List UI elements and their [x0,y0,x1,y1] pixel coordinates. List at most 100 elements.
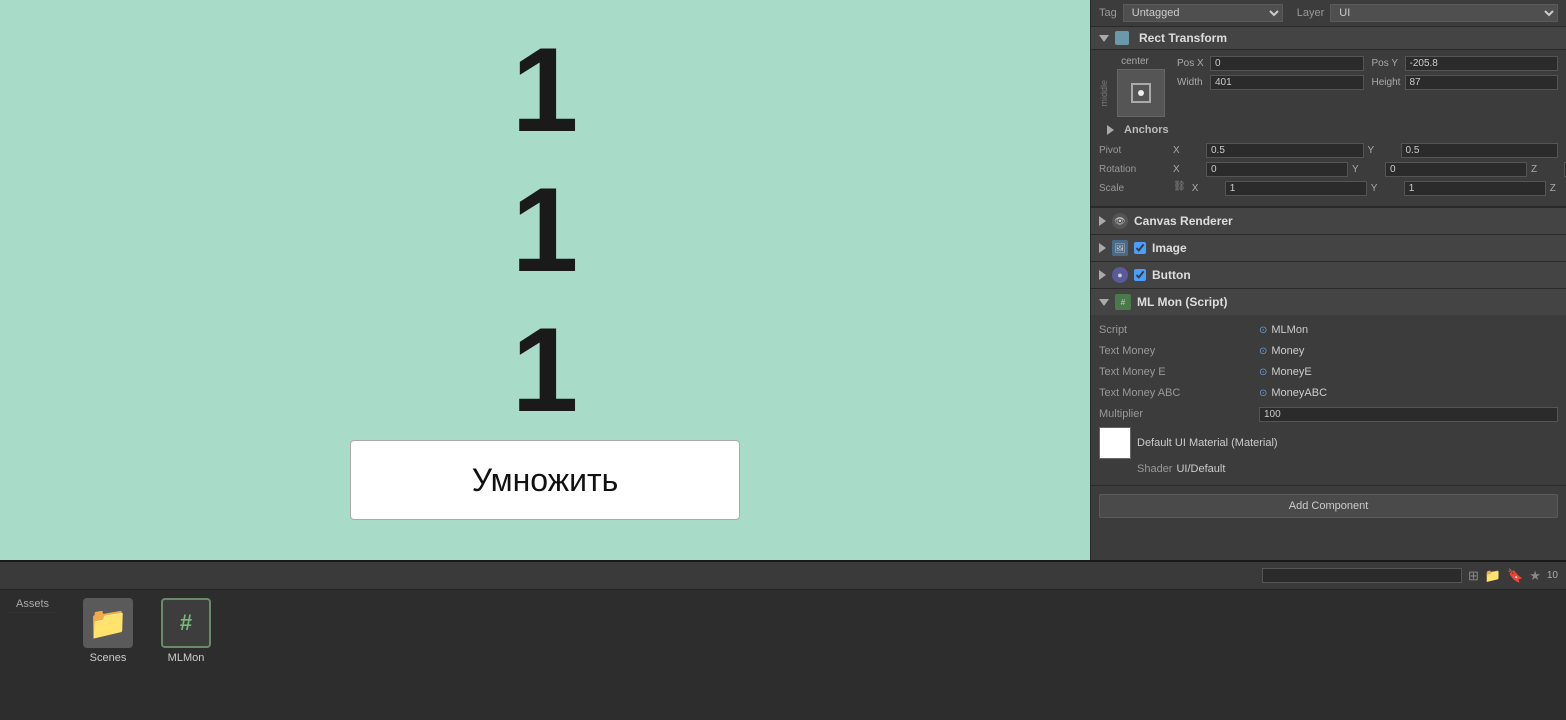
script-file-icon: # [161,598,211,648]
canvas-renderer-section: 👁 Canvas Renderer [1091,208,1566,235]
pos-x-input[interactable] [1210,56,1364,71]
text-money-e-value-container: ⊙ MoneyE [1259,366,1558,378]
assets-body: 📁 Scenes # MLMon [65,590,1566,720]
scale-z-label: Z [1550,183,1566,194]
pivot-x-label: X [1173,145,1203,156]
add-component-label: Add Component [1289,500,1369,512]
rect-transform-title: Rect Transform [1139,31,1227,45]
image-collapse-icon [1099,243,1106,253]
scale-label: Scale [1099,183,1169,194]
shader-value: UI/Default [1176,463,1225,475]
assets-label-row: Assets [0,590,65,720]
button-section: ● Button [1091,262,1566,289]
add-component-button[interactable]: Add Component [1099,494,1558,518]
assets-panel: ⊞ 📁 🔖 ★ 10 Assets 📁 Scenes # MLMon [0,560,1566,720]
text-money-abc-prop-row: Text Money ABC ⊙ MoneyABC [1099,384,1558,402]
asset-item-scenes[interactable]: 📁 Scenes [73,598,143,664]
rect-transform-header[interactable]: Rect Transform [1091,27,1566,50]
text-money-abc-label: Text Money ABC [1099,387,1259,399]
mlmon-script-icon: # [1115,294,1131,310]
anchor-center-label: center [1121,56,1149,67]
rect-transform-section: Rect Transform center middle [1091,27,1566,208]
multiplier-label: Multiplier [1099,408,1259,420]
scale-x-input[interactable] [1225,181,1367,196]
image-section: 🖼 Image [1091,235,1566,262]
text-money-e-value: MoneyE [1271,366,1311,378]
canvas-renderer-icon: 👁 [1112,213,1128,229]
multiplier-input[interactable] [1259,407,1558,422]
pivot-label: Pivot [1099,145,1169,156]
mlmon-section: # ML Mon (Script) Script ⊙ MLMon Text [1091,289,1566,486]
height-input[interactable] [1405,75,1559,90]
text-money-link-icon: ⊙ [1259,346,1267,357]
tag-select[interactable]: Untagged [1123,4,1283,22]
width-label: Width [1177,77,1207,88]
anchor-widget[interactable] [1117,69,1165,117]
multiply-button[interactable]: Умножить [350,440,740,520]
script-value: MLMon [1271,324,1308,336]
scale-y-input[interactable] [1404,181,1546,196]
inspector-panel: Tag Untagged Layer UI Rect Transform [1090,0,1566,560]
multiplier-prop-row: Multiplier [1099,405,1558,423]
rotation-label: Rotation [1099,164,1169,175]
number-1: 1 [512,30,579,150]
height-label: Height [1372,77,1402,88]
canvas-renderer-header[interactable]: 👁 Canvas Renderer [1091,208,1566,234]
shader-label: Shader [1137,463,1172,475]
anchors-collapse-icon [1107,125,1114,135]
rotation-x-input[interactable] [1206,162,1348,177]
button-checkbox[interactable] [1134,269,1146,281]
anchors-label: Anchors [1124,124,1169,136]
mlmon-collapse-icon [1099,299,1109,306]
script-value-container: ⊙ MLMon [1259,324,1558,336]
rotation-z-label: Z [1531,164,1561,175]
rotation-x-label: X [1173,164,1203,175]
canvas-renderer-title: Canvas Renderer [1134,214,1233,228]
rect-transform-collapse-icon [1099,35,1109,42]
text-money-e-label: Text Money E [1099,366,1259,378]
pos-y-input[interactable] [1405,56,1559,71]
button-collapse-icon [1099,270,1106,280]
button-header[interactable]: ● Button [1091,262,1566,288]
tag-layer-row: Tag Untagged Layer UI [1091,0,1566,27]
rect-transform-body: center middle [1091,50,1566,207]
text-money-prop-row: Text Money ⊙ Money [1099,342,1558,360]
anchors-row[interactable]: Anchors [1099,121,1558,139]
layer-label: Layer [1297,7,1325,19]
layer-select[interactable]: UI [1330,4,1558,22]
scale-y-label: Y [1371,183,1401,194]
image-title: Image [1152,241,1187,255]
assets-expand-icon[interactable]: ⊞ [1468,568,1479,584]
pos-y-label: Pos Y [1372,58,1402,69]
canvas-renderer-collapse-icon [1099,216,1106,226]
text-money-label: Text Money [1099,345,1259,357]
assets-star-icon[interactable]: ★ [1529,568,1541,584]
rotation-y-input[interactable] [1385,162,1527,177]
image-header[interactable]: 🖼 Image [1091,235,1566,261]
image-checkbox[interactable] [1134,242,1146,254]
asset-item-mlmon[interactable]: # MLMon [151,598,221,664]
text-money-value-container: ⊙ Money [1259,345,1558,357]
rotation-y-label: Y [1352,164,1382,175]
script-label: Script [1099,324,1259,336]
width-input[interactable] [1210,75,1364,90]
text-money-abc-value-container: ⊙ MoneyABC [1259,387,1558,399]
folder-icon: 📁 [83,598,133,648]
tag-label: Tag [1099,7,1117,19]
assets-count: 10 [1547,570,1558,581]
assets-search-input[interactable] [1262,568,1462,583]
assets-folder-icon[interactable]: 📁 [1485,568,1501,584]
pivot-y-input[interactable] [1401,143,1559,158]
asset-mlmon-label: MLMon [168,652,205,664]
pivot-y-label: Y [1368,145,1398,156]
game-view: 1 1 1 Умножить [0,0,1090,560]
image-icon: 🖼 [1112,240,1128,256]
text-money-e-link-icon: ⊙ [1259,367,1267,378]
button-icon: ● [1112,267,1128,283]
assets-filter-icon[interactable]: 🔖 [1507,568,1523,584]
pivot-x-input[interactable] [1206,143,1364,158]
mlmon-header[interactable]: # ML Mon (Script) [1091,289,1566,315]
rotation-row: Rotation X Y Z [1099,162,1558,177]
assets-title: Assets [8,596,57,613]
material-swatch [1099,427,1131,459]
